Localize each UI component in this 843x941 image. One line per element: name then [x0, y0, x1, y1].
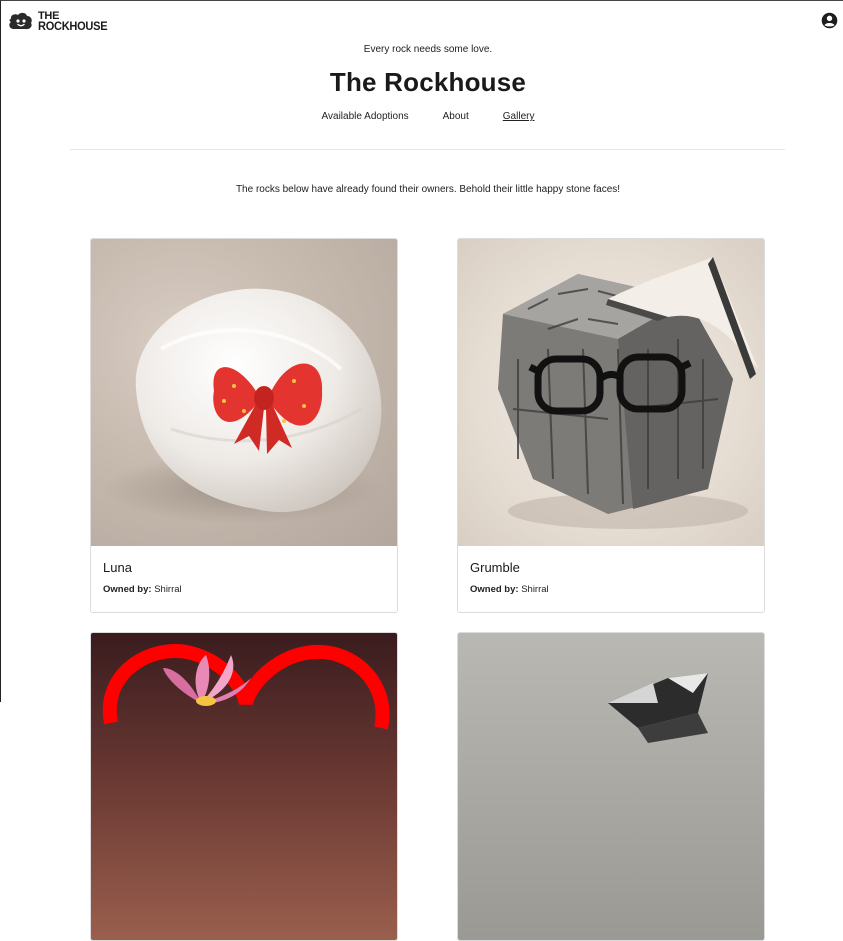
luna-illustration	[101, 288, 382, 524]
rock-card[interactable]: Luna Owned by: Shirral	[90, 238, 398, 613]
owner-label: Owned by:	[470, 584, 519, 595]
rock-image-crystal	[458, 633, 764, 940]
rock-card[interactable]	[90, 632, 398, 941]
lotus-illustration	[102, 644, 390, 730]
main-nav: Available Adoptions About Gallery	[1, 111, 843, 122]
nav-available-adoptions[interactable]: Available Adoptions	[322, 111, 409, 122]
account-circle-icon[interactable]	[821, 12, 838, 29]
rock-card[interactable]: Grumble Owned by: Shirral	[457, 238, 765, 613]
tagline: Every rock needs some love.	[363, 44, 493, 55]
nav-about[interactable]: About	[443, 111, 469, 122]
page-title: The Rockhouse	[329, 67, 527, 97]
rock-owner: Owned by: Shirral	[470, 584, 752, 595]
brand-wordmark: THE ROCKHOUSE	[38, 11, 113, 33]
rock-logo-icon	[9, 12, 32, 30]
nav-gallery[interactable]: Gallery	[503, 111, 535, 122]
crystal-illustration	[608, 673, 708, 743]
rock-card[interactable]	[457, 632, 765, 941]
owner-name: Shirral	[154, 584, 182, 595]
grumble-illustration	[498, 257, 758, 529]
rock-image-grumble	[458, 239, 764, 546]
rock-owner: Owned by: Shirral	[103, 584, 385, 595]
rock-name: Luna	[103, 560, 132, 575]
header-divider	[70, 149, 785, 150]
brand-logo[interactable]: THE ROCKHOUSE	[8, 11, 113, 33]
owner-label: Owned by:	[103, 584, 152, 595]
owner-name: Shirral	[521, 584, 549, 595]
gallery-intro: The rocks below have already found their…	[235, 184, 621, 195]
rock-name: Grumble	[470, 560, 520, 575]
rock-image-luna	[91, 239, 397, 546]
rock-image-lotus	[91, 633, 397, 940]
brand-line2: ROCKHOUSE	[38, 19, 108, 33]
